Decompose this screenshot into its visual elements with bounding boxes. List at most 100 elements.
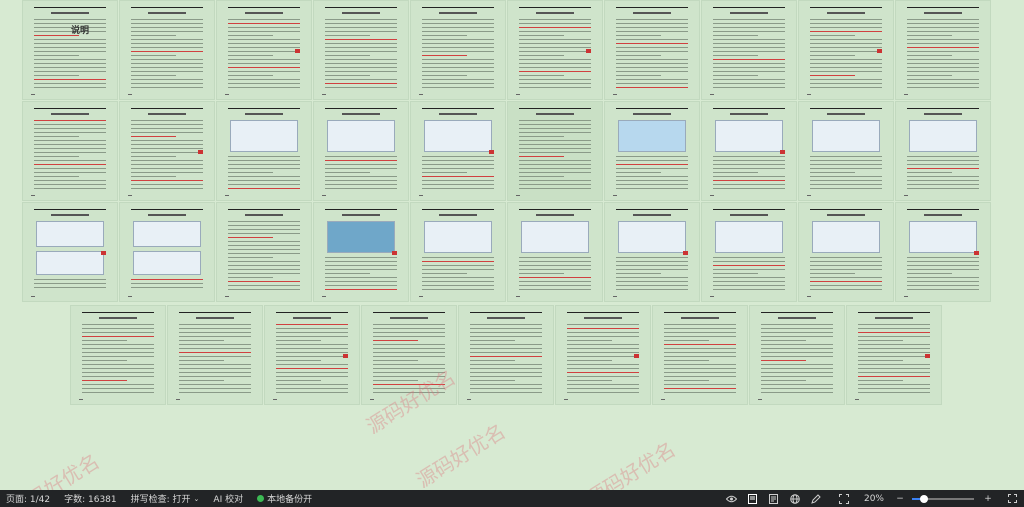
text-line xyxy=(567,348,639,349)
page-thumbnail[interactable] xyxy=(895,101,991,201)
page-thumbnail[interactable] xyxy=(507,0,603,100)
page-thumbnail[interactable] xyxy=(604,101,700,201)
backup-status[interactable]: 本地备份开 xyxy=(257,492,312,505)
text-line xyxy=(276,388,348,389)
text-line xyxy=(276,336,348,337)
page-thumbnail[interactable] xyxy=(749,305,845,405)
text-line xyxy=(228,188,300,189)
spellcheck-toggle[interactable]: 拼写检查: 打开 ⌄ xyxy=(130,492,200,506)
pen-icon[interactable] xyxy=(810,493,822,504)
document-canvas[interactable]: 说明 源码好优名 源码好优名 源码好优名 源码好优名 xyxy=(0,0,1024,490)
zoom-slider[interactable] xyxy=(912,494,974,503)
page-view-icon[interactable] xyxy=(747,493,759,504)
text-line xyxy=(907,180,979,181)
page-header-rule xyxy=(325,7,397,8)
comment-flag-icon[interactable] xyxy=(488,150,494,154)
page-thumbnail[interactable] xyxy=(216,202,312,302)
page-thumbnail[interactable] xyxy=(216,0,312,100)
page-heading xyxy=(342,113,380,115)
zoom-slider-knob[interactable] xyxy=(920,494,929,503)
zoom-in-icon[interactable]: + xyxy=(982,493,994,504)
page-thumbnail[interactable] xyxy=(22,202,118,302)
text-line xyxy=(276,328,348,329)
page-thumbnail[interactable] xyxy=(410,101,506,201)
text-line xyxy=(422,265,494,266)
comment-flag-icon[interactable] xyxy=(197,150,203,154)
comment-flag-icon[interactable] xyxy=(682,251,688,255)
text-line xyxy=(616,180,688,181)
fit-page-icon[interactable] xyxy=(838,493,850,504)
page-heading xyxy=(633,12,671,14)
page-thumbnail[interactable] xyxy=(652,305,748,405)
eye-icon[interactable] xyxy=(726,493,738,504)
page-thumbnail[interactable] xyxy=(361,305,457,405)
page-thumbnail[interactable] xyxy=(313,0,409,100)
comment-flag-icon[interactable] xyxy=(876,49,882,53)
text-line xyxy=(325,59,397,60)
text-line xyxy=(373,372,445,373)
page-thumbnail[interactable] xyxy=(604,202,700,302)
page-thumbnail[interactable] xyxy=(895,0,991,100)
page-thumbnail[interactable] xyxy=(701,202,797,302)
page-thumbnail[interactable] xyxy=(846,305,942,405)
web-view-icon[interactable] xyxy=(789,493,801,504)
text-line xyxy=(131,47,203,48)
page-thumbnail[interactable] xyxy=(701,101,797,201)
page-thumbnail[interactable] xyxy=(701,0,797,100)
comment-flag-icon[interactable] xyxy=(973,251,979,255)
page-thumbnail[interactable] xyxy=(119,0,215,100)
text-line xyxy=(713,176,785,177)
page-footer-mark xyxy=(321,195,326,196)
text-line xyxy=(131,35,177,36)
word-count[interactable]: 字数: 16381 xyxy=(64,492,117,505)
comment-flag-icon[interactable] xyxy=(779,150,785,154)
page-thumbnail[interactable] xyxy=(798,202,894,302)
page-thumbnail[interactable] xyxy=(167,305,263,405)
comment-flag-icon[interactable] xyxy=(633,354,639,358)
page-thumbnail[interactable] xyxy=(313,202,409,302)
comment-flag-icon[interactable] xyxy=(391,251,397,255)
comment-flag-icon[interactable] xyxy=(342,354,348,358)
zoom-out-icon[interactable]: − xyxy=(894,493,906,504)
text-line xyxy=(325,188,397,189)
spellcheck-label: 拼写检查: 打开 xyxy=(130,495,191,505)
text-line xyxy=(422,39,494,40)
page-thumbnail[interactable] xyxy=(70,305,166,405)
page-indicator[interactable]: 页面: 1/42 xyxy=(6,492,50,505)
page-heading xyxy=(536,214,574,216)
text-line xyxy=(131,79,203,80)
page-thumbnail[interactable] xyxy=(555,305,651,405)
page-thumbnail[interactable] xyxy=(410,0,506,100)
page-footer-mark xyxy=(321,296,326,297)
comment-flag-icon[interactable] xyxy=(585,49,591,53)
page-thumbnail[interactable] xyxy=(22,101,118,201)
page-thumbnail[interactable] xyxy=(216,101,312,201)
comment-flag-icon[interactable] xyxy=(294,49,300,53)
fullscreen-icon[interactable] xyxy=(1006,493,1018,504)
ai-proofread-button[interactable]: AI 校对 xyxy=(213,492,243,505)
text-line xyxy=(907,23,979,24)
page-thumbnail[interactable] xyxy=(119,101,215,201)
text-line xyxy=(810,172,856,173)
page-header-rule xyxy=(131,108,203,109)
page-thumbnail[interactable] xyxy=(507,202,603,302)
page-thumbnail[interactable]: 说明 xyxy=(22,0,118,100)
page-thumbnail[interactable] xyxy=(798,0,894,100)
page-thumbnail[interactable] xyxy=(895,202,991,302)
outline-view-icon[interactable] xyxy=(768,493,780,504)
page-thumbnail[interactable] xyxy=(119,202,215,302)
text-line xyxy=(179,356,251,357)
zoom-level[interactable]: 20% xyxy=(864,494,884,504)
page-thumbnail[interactable] xyxy=(264,305,360,405)
page-thumbnail[interactable] xyxy=(313,101,409,201)
page-footer-mark xyxy=(903,195,908,196)
page-thumbnail[interactable] xyxy=(458,305,554,405)
page-thumbnail[interactable] xyxy=(604,0,700,100)
page-thumbnail[interactable] xyxy=(410,202,506,302)
page-footer-mark xyxy=(515,94,520,95)
comment-flag-icon[interactable] xyxy=(924,354,930,358)
page-thumbnail[interactable] xyxy=(507,101,603,201)
comment-flag-icon[interactable] xyxy=(100,251,106,255)
page-thumbnail[interactable] xyxy=(798,101,894,201)
text-line xyxy=(907,184,979,185)
